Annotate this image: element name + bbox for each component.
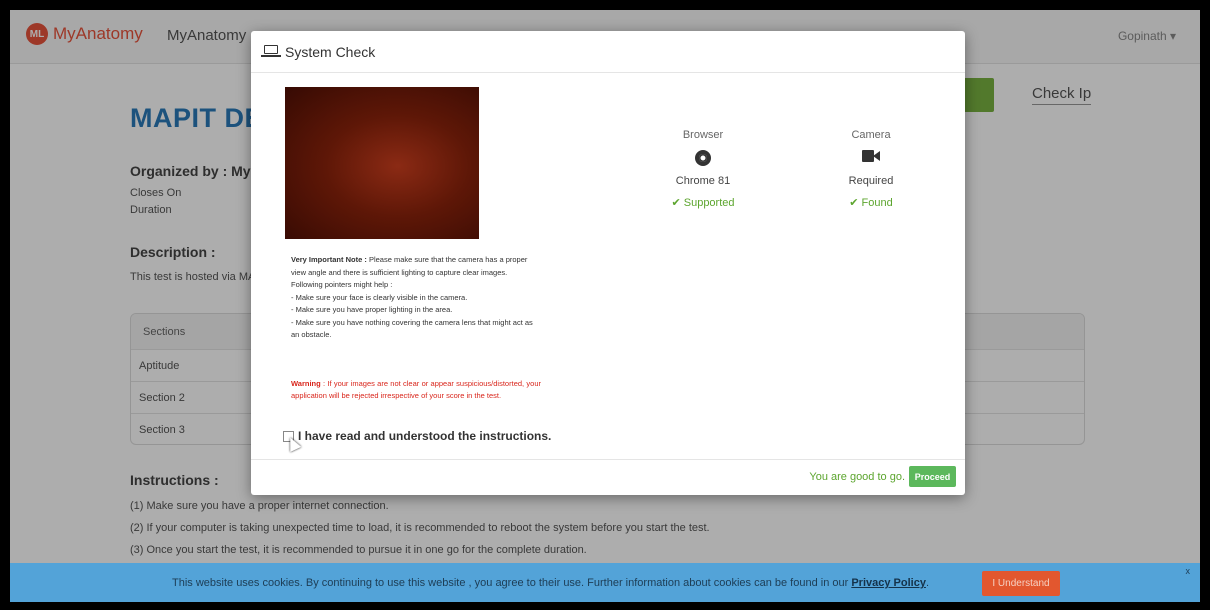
- system-check-modal: System Check Very Important Note : Pleas…: [251, 31, 965, 495]
- browser-value: Chrome 81: [675, 175, 731, 187]
- proceed-button[interactable]: Proceed: [909, 466, 956, 487]
- privacy-policy-link[interactable]: Privacy Policy: [851, 577, 926, 589]
- camera-check: Camera Required ✔ Found: [811, 129, 931, 209]
- camera-status: ✔ Found: [849, 197, 893, 209]
- pointer-item: - Make sure your face is clearly visible…: [291, 292, 468, 302]
- important-note: Very Important Note : Please make sure t…: [291, 254, 541, 342]
- good-to-go-text: You are good to go.: [809, 471, 905, 483]
- browser-heading: Browser: [682, 129, 724, 141]
- pointer-item: - Make sure you have proper lighting in …: [291, 305, 453, 314]
- laptop-icon: [261, 44, 281, 59]
- warning-note: Warning : If your images are not clear o…: [291, 378, 541, 402]
- camera-preview: [285, 87, 479, 239]
- modal-footer: You are good to go. Proceed: [251, 459, 965, 495]
- cookie-banner: This website uses cookies. By continuing…: [10, 563, 1200, 602]
- note-label: Very Important Note :: [291, 255, 367, 264]
- cookie-text: This website uses cookies. By continuing…: [172, 577, 929, 589]
- cookie-message: This website uses cookies. By continuing…: [172, 577, 852, 589]
- close-icon[interactable]: x: [1186, 566, 1191, 576]
- modal-title: System Check: [285, 43, 376, 60]
- warning-text: : If your images are not clear or appear…: [291, 379, 541, 400]
- browser-status: ✔ Supported: [671, 197, 735, 209]
- video-camera-icon: [862, 150, 880, 162]
- browser-viewport: ML MyAnatomy MyAnatomy Gopinath ▾ MAPIT …: [10, 10, 1200, 602]
- pointers-heading: Following pointers might help :: [291, 280, 393, 289]
- agree-label[interactable]: I have read and understood the instructi…: [298, 429, 551, 443]
- agree-checkbox-row[interactable]: I have read and understood the instructi…: [283, 429, 551, 443]
- modal-header: System Check: [251, 31, 965, 73]
- browser-check: Browser Chrome 81 ✔ Supported: [643, 129, 763, 209]
- cookie-suffix: .: [925, 577, 929, 589]
- camera-value: Required: [848, 175, 894, 187]
- pointer-item: - Make sure you have nothing covering th…: [291, 317, 533, 340]
- camera-heading: Camera: [851, 129, 891, 141]
- chrome-icon: [695, 150, 711, 166]
- i-understand-button[interactable]: I Understand: [982, 571, 1060, 596]
- warning-label: Warning: [291, 379, 321, 388]
